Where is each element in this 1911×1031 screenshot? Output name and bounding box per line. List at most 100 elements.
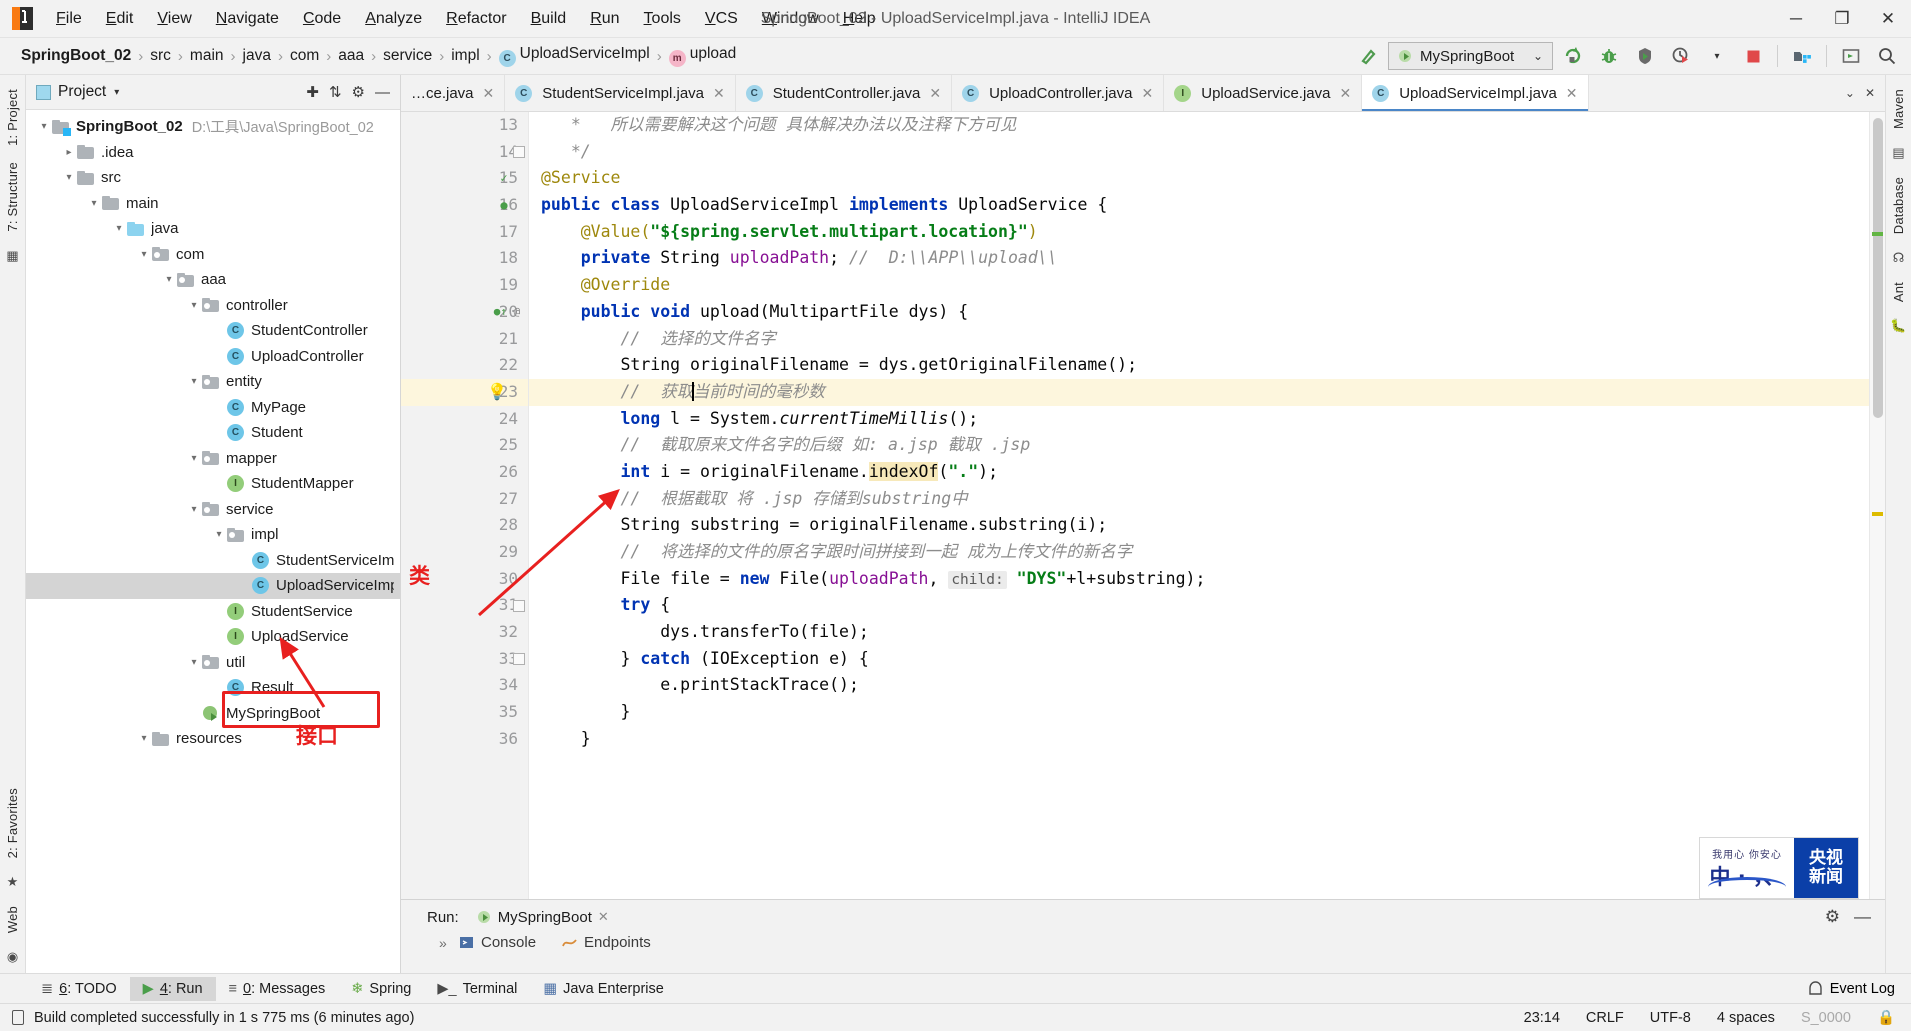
gutter-line-34[interactable]: 34 bbox=[401, 672, 528, 699]
code-line-35[interactable]: } bbox=[541, 699, 1869, 726]
tree-item-main[interactable]: main bbox=[26, 191, 400, 217]
sidebar-item-database[interactable]: Database bbox=[1887, 169, 1910, 242]
bottom-tab-terminal[interactable]: ▶_ Terminal bbox=[424, 977, 530, 1001]
code-fold-icon[interactable] bbox=[513, 653, 525, 666]
sidebar-item-web[interactable]: Web bbox=[1, 898, 24, 941]
spring-class-icon[interactable]: ● bbox=[493, 192, 515, 219]
menu-item-window[interactable]: Window bbox=[750, 6, 831, 32]
console-icon[interactable] bbox=[1835, 41, 1867, 71]
tree-item-com[interactable]: com bbox=[26, 242, 400, 268]
sidebar-item-maven[interactable]: Maven bbox=[1887, 81, 1910, 137]
chevron-down-icon[interactable] bbox=[111, 223, 127, 234]
code-line-22[interactable]: String originalFilename = dys.getOrigina… bbox=[541, 352, 1869, 379]
file-encoding[interactable]: UTF-8 bbox=[1650, 1010, 1691, 1026]
editor-tab-studentserviceimpl-java[interactable]: C StudentServiceImpl.java ✕ bbox=[505, 75, 736, 111]
rerun-icon[interactable] bbox=[1557, 41, 1589, 71]
breadcrumb-item-springboot-02[interactable]: SpringBoot_02 bbox=[16, 45, 136, 67]
close-icon[interactable]: ✕ bbox=[929, 85, 941, 102]
menu-item-file[interactable]: File bbox=[44, 6, 94, 32]
menu-item-vcs[interactable]: VCS bbox=[693, 6, 750, 32]
chevron-down-icon[interactable] bbox=[61, 172, 77, 183]
tree-item-resources[interactable]: resources bbox=[26, 726, 400, 752]
code-line-15[interactable]: @Service bbox=[541, 165, 1869, 192]
code-line-28[interactable]: String substring = originalFilename.subs… bbox=[541, 512, 1869, 539]
close-icon[interactable]: ✕ bbox=[1861, 86, 1879, 100]
gutter-line-17[interactable]: 17 bbox=[401, 219, 528, 246]
tree-item-myspringboot[interactable]: MySpringBoot bbox=[26, 701, 400, 727]
menu-item-build[interactable]: Build bbox=[519, 6, 579, 32]
code-line-25[interactable]: // 截取原来文件名字的后缀 如: a.jsp 截取 .jsp bbox=[541, 432, 1869, 459]
chevron-down-icon[interactable] bbox=[186, 657, 202, 668]
code-line-17[interactable]: @Value("${spring.servlet.multipart.locat… bbox=[541, 219, 1869, 246]
code-line-33[interactable]: } catch (IOException e) { bbox=[541, 646, 1869, 673]
code-line-34[interactable]: e.printStackTrace(); bbox=[541, 672, 1869, 699]
tree-item-uploadservice[interactable]: I UploadService bbox=[26, 624, 400, 650]
gutter-line-15[interactable]: ✓ 15 bbox=[401, 165, 528, 192]
search-icon[interactable] bbox=[1871, 41, 1903, 71]
gutter-line-22[interactable]: 22 bbox=[401, 352, 528, 379]
build-icon[interactable] bbox=[1352, 41, 1384, 71]
tree-item-studentserviceimpl[interactable]: C StudentServiceImpl bbox=[26, 548, 400, 574]
tree-item-result[interactable]: C Result bbox=[26, 675, 400, 701]
code-line-24[interactable]: long l = System.currentTimeMillis(); bbox=[541, 406, 1869, 433]
ant-icon[interactable]: 🐛 bbox=[1890, 318, 1906, 334]
project-structure-icon[interactable] bbox=[1786, 41, 1818, 71]
gutter-line-30[interactable]: 30 bbox=[401, 566, 528, 593]
gutter-line-26[interactable]: 26 bbox=[401, 459, 528, 486]
marker-scrollbar[interactable] bbox=[1869, 112, 1885, 899]
menu-item-refactor[interactable]: Refactor bbox=[434, 6, 518, 32]
breadcrumb-item-main[interactable]: main bbox=[185, 45, 229, 67]
code-fold-icon[interactable] bbox=[513, 599, 525, 612]
hide-icon[interactable]: — bbox=[375, 84, 390, 101]
code-line-16[interactable]: public class UploadServiceImpl implement… bbox=[541, 192, 1869, 219]
gutter-line-13[interactable]: 13 bbox=[401, 112, 528, 139]
bottom-tab-run[interactable]: ▶ 4: Run bbox=[129, 976, 216, 1001]
lock-icon[interactable]: 🔒 bbox=[1877, 1009, 1895, 1026]
menu-item-tools[interactable]: Tools bbox=[632, 6, 693, 32]
tree-item-controller[interactable]: controller bbox=[26, 293, 400, 319]
chevron-down-icon[interactable] bbox=[186, 376, 202, 387]
code-line-18[interactable]: private String uploadPath; // D:\\APP\\u… bbox=[541, 245, 1869, 272]
tree-item--idea[interactable]: .idea bbox=[26, 140, 400, 166]
code-line-23[interactable]: // 获取当前时间的毫秒数 bbox=[529, 378, 1869, 406]
tree-item-mapper[interactable]: mapper bbox=[26, 446, 400, 472]
gutter-line-32[interactable]: 32 bbox=[401, 619, 528, 646]
code-line-29[interactable]: // 将选择的文件的原名字跟时间拼接到一起 成为上传文件的新名字 bbox=[541, 539, 1869, 566]
run-with-coverage-icon[interactable] bbox=[1629, 41, 1661, 71]
gutter-line-36[interactable]: 36 bbox=[401, 726, 528, 753]
chevron-down-icon[interactable] bbox=[136, 733, 152, 744]
bottom-tab-spring[interactable]: ❄ Spring bbox=[338, 977, 424, 1001]
chevron-right-icon[interactable] bbox=[61, 147, 77, 158]
locate-icon[interactable]: ✚ bbox=[306, 83, 319, 101]
code-line-36[interactable]: } bbox=[541, 726, 1869, 753]
code-fold-icon[interactable] bbox=[513, 146, 525, 159]
breadcrumb-item-uploadserviceimpl[interactable]: C UploadServiceImpl bbox=[494, 43, 655, 69]
tree-item-entity[interactable]: entity bbox=[26, 369, 400, 395]
gutter-line-29[interactable]: 29 bbox=[401, 539, 528, 566]
settings-icon[interactable]: ⚙ bbox=[1825, 907, 1840, 927]
chevron-down-icon[interactable] bbox=[186, 453, 202, 464]
code-line-27[interactable]: // 根据截取 将 .jsp 存储到substring中 bbox=[541, 486, 1869, 513]
tree-item-mypage[interactable]: C MyPage bbox=[26, 395, 400, 421]
chevron-down-icon[interactable] bbox=[136, 249, 152, 260]
collapse-all-icon[interactable]: ⇅ bbox=[329, 83, 342, 101]
gutter-line-18[interactable]: 18 bbox=[401, 245, 528, 272]
breadcrumb-item-com[interactable]: com bbox=[285, 45, 324, 67]
editor-tab-uploadservice-java[interactable]: I UploadService.java ✕ bbox=[1164, 75, 1363, 111]
tree-item-impl[interactable]: impl bbox=[26, 522, 400, 548]
menu-item-analyze[interactable]: Analyze bbox=[353, 6, 434, 32]
gutter-line-27[interactable]: 27 bbox=[401, 486, 528, 513]
run-subtab-console[interactable]: Console bbox=[459, 934, 536, 951]
minimize-button[interactable]: ─ bbox=[1773, 0, 1819, 38]
close-icon[interactable]: ✕ bbox=[598, 909, 609, 925]
gutter-line-19[interactable]: 19 bbox=[401, 272, 528, 299]
close-icon[interactable]: ✕ bbox=[1142, 85, 1154, 102]
vcs-branch[interactable]: S_0000 bbox=[1801, 1010, 1851, 1026]
tree-item-util[interactable]: util bbox=[26, 650, 400, 676]
code-line-20[interactable]: public void upload(MultipartFile dys) { bbox=[541, 299, 1869, 326]
close-icon[interactable]: ✕ bbox=[713, 85, 725, 102]
chevron-down-icon[interactable]: ▾ bbox=[114, 87, 119, 98]
bottom-tab-todo[interactable]: ≣ 6: TODO bbox=[28, 977, 130, 1001]
gutter-line-14[interactable]: 14 bbox=[401, 139, 528, 166]
sidebar-item-favorites[interactable]: 2: Favorites bbox=[1, 780, 24, 866]
